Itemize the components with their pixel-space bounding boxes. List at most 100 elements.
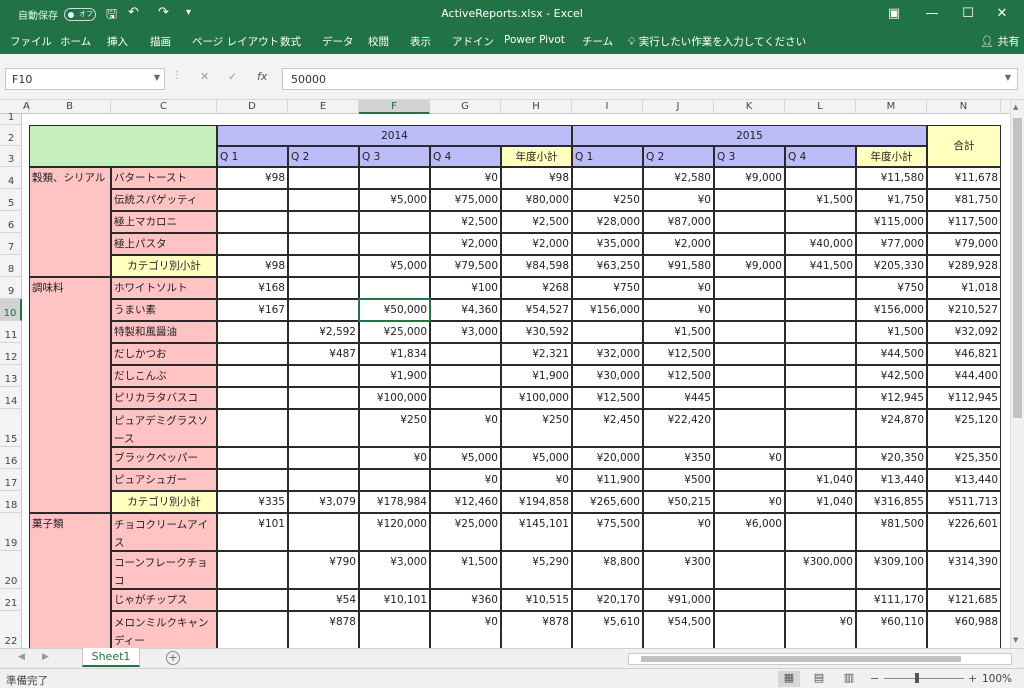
value-cell[interactable] xyxy=(217,189,288,211)
page-break-view-icon[interactable]: ▥ xyxy=(838,671,860,687)
value-cell[interactable]: ¥487 xyxy=(288,343,359,365)
value-cell[interactable]: ¥265,600 xyxy=(572,491,643,513)
value-cell[interactable]: ¥120,000 xyxy=(359,513,430,551)
row-header-15[interactable]: 15 xyxy=(0,409,22,447)
value-cell[interactable]: ¥511,713 xyxy=(927,491,1001,513)
value-cell[interactable]: ¥12,500 xyxy=(643,365,714,387)
value-cell[interactable]: ¥91,000 xyxy=(643,589,714,611)
category-subtotal-label[interactable]: カテゴリ別小計 xyxy=(111,491,217,513)
value-cell[interactable]: ¥5,000 xyxy=(359,255,430,277)
value-cell[interactable] xyxy=(714,611,785,648)
year-2014-header[interactable]: 2014 xyxy=(217,125,572,146)
value-cell[interactable]: ¥878 xyxy=(501,611,572,648)
value-cell[interactable]: ¥50,215 xyxy=(643,491,714,513)
product-name[interactable]: 極上パスタ xyxy=(111,233,217,255)
value-cell[interactable]: ¥3,000 xyxy=(430,321,501,343)
value-cell[interactable]: ¥100,000 xyxy=(501,387,572,409)
tab-power-pivot[interactable]: Power Pivot xyxy=(504,34,565,46)
row-header-18[interactable]: 18 xyxy=(0,491,22,513)
value-cell[interactable]: ¥98 xyxy=(501,167,572,189)
value-cell[interactable]: ¥54 xyxy=(288,589,359,611)
grand-total-header[interactable]: 合計 xyxy=(927,125,1001,167)
value-cell[interactable]: ¥11,678 xyxy=(927,167,1001,189)
row-header-16[interactable]: 16 xyxy=(0,447,22,469)
value-cell[interactable] xyxy=(785,513,856,551)
value-cell[interactable]: ¥1,500 xyxy=(430,551,501,589)
share-button[interactable]: 👤︎ 共有 xyxy=(980,33,1019,49)
row-header-7[interactable]: 7 xyxy=(0,233,22,255)
value-cell[interactable]: ¥80,000 xyxy=(501,189,572,211)
value-cell[interactable]: ¥1,750 xyxy=(856,189,927,211)
value-cell[interactable] xyxy=(217,611,288,648)
value-cell[interactable]: ¥226,601 xyxy=(927,513,1001,551)
value-cell[interactable]: ¥289,928 xyxy=(927,255,1001,277)
save-icon[interactable]: 🖫 xyxy=(106,5,117,27)
column-header-G[interactable]: G xyxy=(430,100,501,114)
value-cell[interactable]: ¥5,000 xyxy=(501,447,572,469)
value-cell[interactable]: ¥98 xyxy=(217,255,288,277)
value-cell[interactable] xyxy=(288,277,359,299)
value-cell[interactable]: ¥314,390 xyxy=(927,551,1001,589)
value-cell[interactable]: ¥2,450 xyxy=(572,409,643,447)
value-cell[interactable]: ¥112,945 xyxy=(927,387,1001,409)
value-cell[interactable]: ¥77,000 xyxy=(856,233,927,255)
ribbon-display-icon[interactable]: ▣ xyxy=(882,4,906,24)
row-header-10[interactable]: 10 xyxy=(0,299,22,321)
value-cell[interactable]: ¥11,900 xyxy=(572,469,643,491)
value-cell[interactable] xyxy=(785,321,856,343)
value-cell[interactable]: ¥5,000 xyxy=(359,189,430,211)
value-cell[interactable]: ¥9,000 xyxy=(714,255,785,277)
value-cell[interactable]: ¥8,800 xyxy=(572,551,643,589)
value-cell[interactable]: ¥60,110 xyxy=(856,611,927,648)
value-cell[interactable] xyxy=(288,167,359,189)
row-header-6[interactable]: 6 xyxy=(0,211,22,233)
value-cell[interactable]: ¥63,250 xyxy=(572,255,643,277)
value-cell[interactable]: ¥12,500 xyxy=(572,387,643,409)
value-cell[interactable] xyxy=(288,299,359,321)
value-cell[interactable] xyxy=(785,387,856,409)
value-cell[interactable] xyxy=(785,299,856,321)
value-cell[interactable]: ¥6,000 xyxy=(714,513,785,551)
value-cell[interactable]: ¥168 xyxy=(217,277,288,299)
horizontal-scroll-thumb[interactable] xyxy=(641,656,961,662)
product-name[interactable]: チョコクリームアイス xyxy=(111,513,217,551)
value-cell[interactable] xyxy=(714,233,785,255)
value-cell[interactable]: ¥101 xyxy=(217,513,288,551)
product-name[interactable]: じゃがチップス xyxy=(111,589,217,611)
value-cell[interactable] xyxy=(714,211,785,233)
row-header-11[interactable]: 11 xyxy=(0,321,22,343)
column-header-K[interactable]: K xyxy=(714,100,785,114)
tab-team[interactable]: チーム xyxy=(582,34,613,49)
value-cell[interactable] xyxy=(217,551,288,589)
product-name[interactable]: ピリカラタバスコ xyxy=(111,387,217,409)
value-cell[interactable] xyxy=(785,589,856,611)
value-cell[interactable] xyxy=(714,387,785,409)
product-name[interactable]: ブラックペッパー xyxy=(111,447,217,469)
undo-icon[interactable]: ↶ xyxy=(128,5,139,20)
quarter-header[interactable]: Q 3 xyxy=(359,146,430,167)
product-name[interactable]: うまい素 xyxy=(111,299,217,321)
value-cell[interactable]: ¥0 xyxy=(714,447,785,469)
value-cell[interactable]: ¥5,610 xyxy=(572,611,643,648)
tab-formulas[interactable]: 数式 xyxy=(280,34,301,49)
value-cell[interactable] xyxy=(217,321,288,343)
column-header-D[interactable]: D xyxy=(217,100,288,114)
add-sheet-icon[interactable]: + xyxy=(166,651,180,665)
value-cell[interactable]: ¥0 xyxy=(714,491,785,513)
value-cell[interactable]: ¥1,834 xyxy=(359,343,430,365)
row-header-8[interactable]: 8 xyxy=(0,255,22,277)
value-cell[interactable]: ¥2,321 xyxy=(501,343,572,365)
value-cell[interactable] xyxy=(217,387,288,409)
value-cell[interactable] xyxy=(359,211,430,233)
value-cell[interactable]: ¥117,500 xyxy=(927,211,1001,233)
product-name[interactable]: 特製和風醤油 xyxy=(111,321,217,343)
value-cell[interactable]: ¥54,527 xyxy=(501,299,572,321)
value-cell[interactable] xyxy=(288,409,359,447)
value-cell[interactable] xyxy=(217,343,288,365)
value-cell[interactable]: ¥4,360 xyxy=(430,299,501,321)
value-cell[interactable] xyxy=(430,365,501,387)
value-cell[interactable]: ¥0 xyxy=(430,167,501,189)
year-subtotal-header[interactable]: 年度小計 xyxy=(856,146,927,167)
value-cell[interactable]: ¥250 xyxy=(572,189,643,211)
zoom-in-icon[interactable]: + xyxy=(968,672,977,685)
